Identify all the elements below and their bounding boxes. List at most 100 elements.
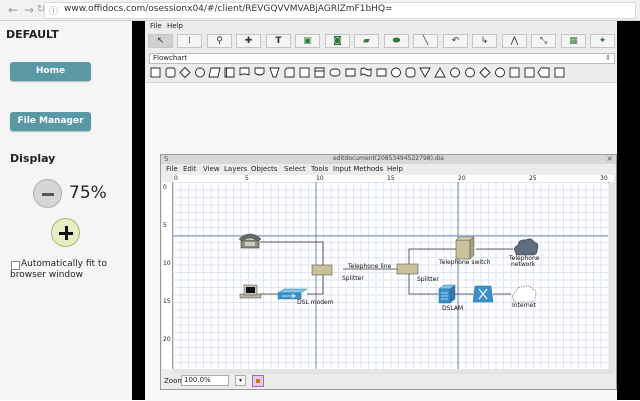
- arc-icon[interactable]: ↶: [443, 34, 468, 48]
- line-icon[interactable]: ╲: [413, 34, 438, 48]
- summing-shape-icon: [465, 67, 475, 78]
- dmenu-file[interactable]: File: [166, 165, 178, 173]
- extract-shape-icon: [434, 67, 446, 78]
- chevron-down-icon[interactable]: ▾: [235, 375, 246, 386]
- preparation-shape-icon: [345, 68, 356, 77]
- box-icon[interactable]: ▣: [295, 34, 320, 48]
- menu-help[interactable]: Help: [167, 22, 183, 30]
- ruler-label: 20: [458, 175, 466, 182]
- dslam-icon: [438, 284, 456, 304]
- splitter-left-icon: [311, 264, 333, 276]
- menu-file[interactable]: File: [150, 22, 162, 30]
- ruler-label: 5: [245, 175, 249, 182]
- address-bar[interactable]: ⓘ www.offidocs.com/osessionx04/#/client/…: [44, 2, 636, 19]
- ruler-label: 15: [163, 298, 171, 305]
- label-telephone-switch: Telephone switch: [438, 259, 491, 266]
- internet-cloud-icon: [512, 285, 537, 303]
- decision-shape-icon: [179, 66, 191, 79]
- manual-op-shape-icon: [269, 67, 280, 78]
- dmenu-tools[interactable]: Tools: [311, 165, 328, 173]
- text-cursor-icon[interactable]: ⁞: [177, 34, 202, 48]
- ruler-label: 30: [600, 175, 608, 182]
- diagram-menubar: File Edit View Layers Objects Select Too…: [161, 164, 616, 174]
- move-icon[interactable]: ✚: [236, 34, 261, 48]
- ruler-label: 5: [163, 222, 167, 229]
- browser-toolbar: ← → ↻ ⓘ www.offidocs.com/osessionx04/#/c…: [0, 0, 640, 21]
- back-icon[interactable]: ←: [6, 3, 20, 17]
- ellipse-icon[interactable]: ◙: [325, 34, 350, 48]
- pointer-icon[interactable]: ↖: [148, 34, 173, 48]
- zoom-level: 75%: [69, 183, 107, 203]
- bezier-icon[interactable]: ⤡: [531, 34, 556, 48]
- label-splitter-right: Splitter: [417, 276, 439, 283]
- fit-to-window-checkbox[interactable]: [11, 261, 20, 270]
- dmenu-help[interactable]: Help: [387, 165, 403, 173]
- beziergon-icon[interactable]: ⬬: [384, 34, 409, 48]
- storage-shape-icon: [299, 67, 310, 78]
- merge-shape-icon: [419, 67, 431, 78]
- punched-tape-shape-icon: [360, 67, 372, 77]
- ruler-label: 15: [387, 175, 395, 182]
- close-icon[interactable]: ×: [606, 154, 613, 163]
- polygon-icon[interactable]: ▰: [354, 34, 379, 48]
- magnetic-disk-shape-icon: [391, 67, 401, 78]
- display-shape-icon: [405, 67, 416, 78]
- dmenu-select[interactable]: Select: [284, 165, 306, 173]
- internal-storage-shape-icon: [314, 67, 325, 78]
- card-shape-icon: [254, 67, 265, 76]
- sheet-name: Flowchart: [153, 54, 188, 62]
- fit-to-window-label: Automatically fit to browser window: [10, 259, 107, 280]
- offpage-shape-icon: [537, 67, 550, 78]
- ruler-label: 10: [163, 260, 171, 267]
- dmenu-view[interactable]: View: [203, 165, 220, 173]
- page-info-icon[interactable]: ⓘ: [49, 4, 58, 17]
- diagram-canvas[interactable]: Telephone line Splitter Splitter DSL mod…: [173, 182, 608, 369]
- dia-menubar: File Help: [145, 21, 617, 32]
- telephone-switch-icon: [455, 236, 475, 260]
- file-manager-button[interactable]: File Manager: [10, 112, 91, 131]
- collate-shape-icon: [495, 67, 505, 78]
- diagram-title: editdocument(20853494522798).dia: [333, 155, 444, 162]
- terminal-shape-icon: [329, 68, 341, 77]
- home-button[interactable]: Home: [10, 62, 91, 81]
- zoom-in-button[interactable]: [51, 218, 80, 247]
- zoom-out-button[interactable]: [33, 179, 62, 208]
- url-text: www.offidocs.com/osessionx04/#/client/RE…: [64, 4, 393, 14]
- vertical-scrollbar[interactable]: [609, 182, 615, 369]
- delay-shape-icon: [376, 68, 387, 77]
- image-icon[interactable]: ▦: [561, 34, 586, 48]
- diagram-statusbar: Zoom 100.0% ▾: [161, 374, 616, 389]
- outline-icon[interactable]: ✦: [590, 34, 615, 48]
- diagram-titlebar: S editdocument(20853494522798).dia ×: [161, 154, 616, 164]
- ruler-label: 0: [163, 184, 167, 191]
- punched-card-shape-icon: [284, 67, 295, 78]
- text-icon[interactable]: T: [266, 34, 291, 48]
- sort-shape-icon: [479, 66, 491, 79]
- display-sidebar: DEFAULT Home File Manager Display 75% Au…: [0, 21, 133, 400]
- dmenu-objects[interactable]: Objects: [251, 165, 277, 173]
- label-splitter-left: Splitter: [342, 275, 364, 282]
- sheet-dropdown-icon: ⇕: [605, 54, 611, 62]
- dsl-modem-icon: [277, 288, 308, 300]
- document-shape-icon: [239, 67, 250, 76]
- dia-toolbar: ↖ ⁞ ⚲ ✚ T ▣ ◙ ▰ ⬬ ╲ ↶ ↳ ⋀ ⤡ ▦ ✦: [145, 33, 617, 50]
- ruler-label: 25: [529, 175, 537, 182]
- polyline-icon[interactable]: ⋀: [502, 34, 527, 48]
- label-telephone-line: Telephone line: [347, 263, 392, 270]
- predefined-shape-icon: [224, 67, 235, 78]
- process-shape-icon: [150, 67, 161, 78]
- flowchart-shapes-icons[interactable]: [149, 66, 615, 80]
- dmenu-input-methods[interactable]: Input Methods: [333, 165, 383, 173]
- dmenu-layers[interactable]: Layers: [224, 165, 247, 173]
- zoom-input[interactable]: 100.0%: [181, 375, 229, 386]
- network-diagram[interactable]: Telephone line Splitter Splitter DSL mod…: [173, 182, 608, 369]
- magnify-icon[interactable]: ⚲: [207, 34, 232, 48]
- label-telephone-network-2: network: [511, 261, 536, 268]
- offline-storage-shape-icon: [524, 67, 535, 78]
- session-title: DEFAULT: [6, 28, 59, 41]
- sheet-selector[interactable]: Flowchart ⇕: [149, 53, 615, 64]
- dmenu-edit[interactable]: Edit: [183, 165, 197, 173]
- zigzag-icon[interactable]: ↳: [472, 34, 497, 48]
- display-heading: Display: [10, 152, 56, 165]
- snap-to-grid-toggle[interactable]: [252, 375, 264, 387]
